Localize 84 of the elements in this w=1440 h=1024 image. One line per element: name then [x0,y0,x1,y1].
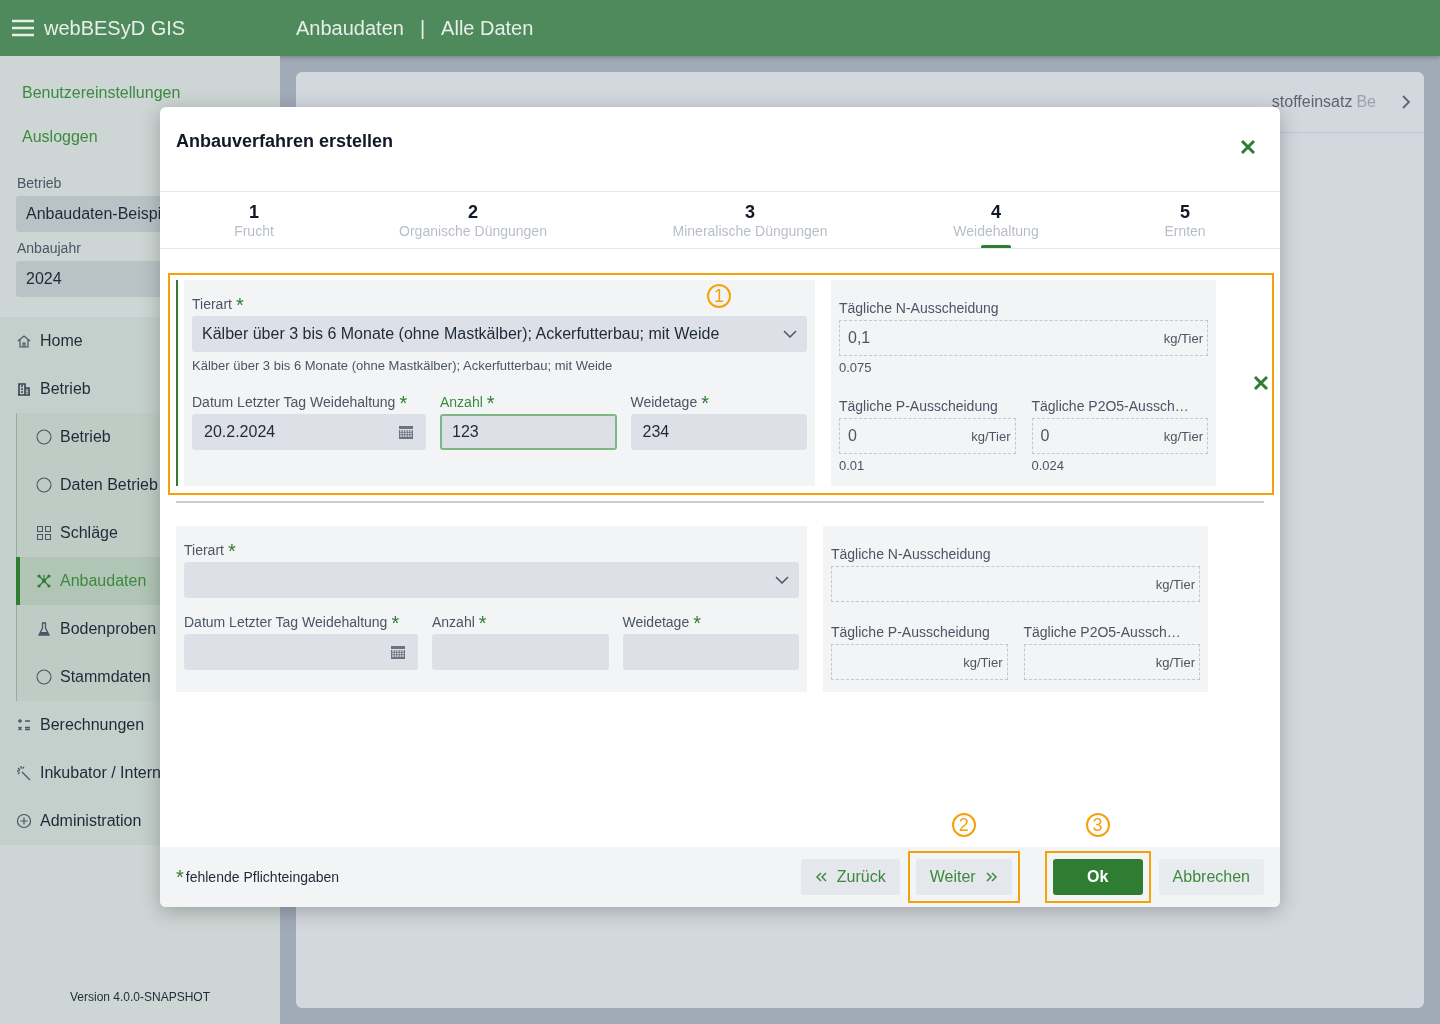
date-field[interactable] [184,634,418,670]
nav-icon [16,765,32,781]
readonly-field: 0 kg/Tier [839,418,1016,454]
field-label: Tägliche P-Ausscheidung [839,398,998,414]
field-label: Tägliche N-Ausscheidung [839,300,999,316]
required-mark: * [701,396,709,410]
nav-icon [36,477,52,493]
field-label: Tägliche N-Ausscheidung [831,546,991,562]
field-label: Tägliche P-Ausscheidung [831,624,990,640]
close-icon[interactable] [1238,137,1258,157]
double-chevron-left-icon [814,872,827,882]
calendar-icon [390,644,406,660]
required-mark: * [486,396,495,410]
dialog-title: Anbauverfahren erstellen [176,131,394,153]
nav-icon [36,621,52,637]
input-field[interactable]: 234 [630,414,807,450]
required-mark: * [391,616,400,630]
ok-button[interactable]: Ok [1052,859,1143,895]
annotation-marker: 3 [1085,813,1110,837]
chevron-down-icon [775,576,789,584]
nav-item[interactable]: Berechnungen [0,701,280,749]
field-label: Weidetage [622,614,690,630]
field-label: Datum Letzter Tag Weidehaltung [184,614,388,630]
field-label: Betrieb [16,175,63,191]
readonly-field: 0,1 kg/Tier [839,320,1208,356]
required-mark: * [478,616,487,630]
nav-icon [36,525,52,541]
nav-item[interactable]: Administration [0,797,280,845]
wizard-step[interactable]: 5 Ernten [1090,192,1280,248]
required-mark: * [693,616,701,630]
readonly-field: kg/Tier [1023,644,1200,680]
date-field[interactable]: 20.2.2024 [192,414,426,450]
nav-subitem[interactable]: Daten Betrieb [16,461,280,509]
chevron-down-icon [783,330,797,338]
field-label: Tierart [192,296,232,312]
field-hint: 0.075 [839,360,873,376]
readonly-field: 0 kg/Tier [1031,418,1208,454]
breadcrumb-separator: | [419,16,426,40]
annotation-marker: 2 [951,813,976,837]
field-label: Anzahl [440,394,483,410]
app-title: webBESyD GIS [44,16,187,40]
nav-icon [36,429,52,445]
close-icon[interactable] [1252,374,1270,392]
legend-text: fehlende Pflichteingaben [185,869,340,885]
required-mark: * [399,396,408,410]
double-chevron-right-icon [985,872,998,882]
cancel-button[interactable]: Abbrechen [1158,859,1264,895]
required-mark: * [235,298,244,312]
nav-icon [16,381,32,397]
wizard-step[interactable]: 4 Weidehaltung [902,192,1090,248]
field-hint: 0.01 [839,458,866,474]
field-label: Weidetage [630,394,698,410]
nav-icon [16,717,32,733]
nav-subitem[interactable]: Stammdaten [16,653,280,701]
breadcrumb-item[interactable]: Alle Daten [441,16,534,40]
input-field[interactable]: 123 [440,414,617,450]
breadcrumb-item[interactable]: Anbaudaten [296,16,404,40]
version-label: Version 4.0.0-SNAPSHOT [68,990,212,1006]
wizard-step[interactable]: 3 Mineralische Düngungen [598,192,902,248]
wizard-step[interactable]: 2 Organische Düngungen [348,192,598,248]
calendar-icon [398,424,414,440]
field-hint: 0.024 [1031,458,1066,474]
required-mark: * [176,870,184,884]
readonly-field: kg/Tier [831,566,1200,602]
readonly-field: kg/Tier [831,644,1008,680]
nav-icon [36,573,52,589]
animal-select[interactable]: Kälber über 3 bis 6 Monate (ohne Mastkälber); Ackerfutterbau; mit Weide [192,316,807,352]
field-label: Anbaujahr [16,240,82,256]
field-hint: Kälber über 3 bis 6 Monate (ohne Mastkälber); Ackerfutterbau; mit Weide [192,358,614,374]
annotation-marker: 1 [707,284,731,308]
field-label: Anzahl [432,614,475,630]
required-mark: * [227,544,236,558]
nav-icon [36,669,52,685]
tab[interactable]: stoffeinsatz [1271,93,1353,111]
nav-icon [16,813,32,829]
nav-icon [16,333,32,349]
field-label: Tierart [184,542,224,558]
field-label: Tägliche P2O5-Aussch… [1031,398,1189,414]
field-label: Tägliche P2O5-Aussch… [1023,624,1181,640]
nav-item[interactable]: Inkubator / Intern [0,749,280,797]
next-button[interactable]: Weiter [915,859,1012,895]
chevron-right-icon[interactable] [1400,94,1412,110]
field-label: Datum Letzter Tag Weidehaltung [192,394,396,410]
menu-icon[interactable] [12,19,34,37]
